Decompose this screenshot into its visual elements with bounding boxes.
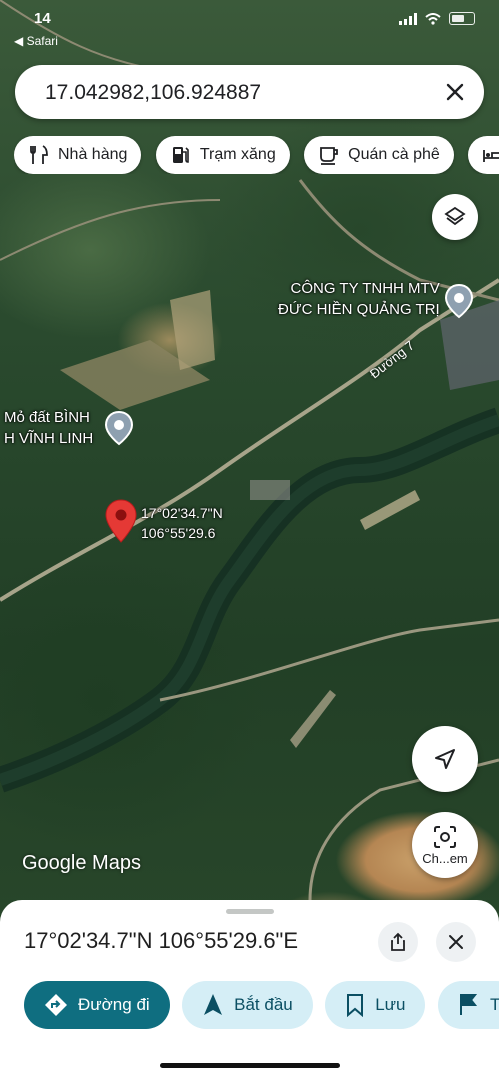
directions-icon (45, 994, 67, 1016)
save-button[interactable]: Lưu (325, 981, 426, 1029)
place-label-company[interactable]: CÔNG TY TNHH MTV ĐỨC HIỀN QUẢNG TRỊ (278, 278, 440, 320)
hotel-icon (483, 150, 499, 162)
action-label: Đường đi (78, 995, 150, 1014)
share-button[interactable] (378, 922, 418, 962)
lens-label: Ch...em (422, 850, 468, 866)
chip-gas-stations[interactable]: Trạm xăng (155, 136, 290, 174)
sheet-drag-handle[interactable] (226, 909, 274, 914)
google-maps-watermark: Google Maps (22, 852, 141, 874)
restaurant-icon (30, 145, 48, 164)
start-button[interactable]: Bắt đầu (182, 981, 313, 1029)
chip-label: Quán cà phê (348, 146, 440, 163)
directions-button[interactable]: Đường đi (24, 981, 170, 1029)
gas-station-icon (172, 147, 189, 163)
place-marker-icon[interactable] (444, 283, 474, 319)
layers-button[interactable] (432, 194, 478, 240)
bookmark-icon (347, 994, 364, 1017)
place-title: 17°02'34.7"N 106°55'29.6"E (24, 928, 299, 953)
chip-hotels[interactable] (468, 136, 499, 174)
action-label: Lưu (375, 995, 406, 1014)
category-chips: Nhà hàng Trạm xăng Quán cà phê (14, 136, 499, 174)
pin-latitude: 17°02'34.7"N (141, 505, 223, 521)
action-label: T (489, 995, 499, 1014)
place-marker-icon[interactable] (104, 410, 134, 446)
clear-search-icon[interactable] (440, 77, 470, 107)
dropped-pin-icon[interactable] (104, 498, 138, 544)
camera-lens-icon (434, 825, 456, 848)
search-input[interactable] (43, 65, 427, 121)
place-label-line: ĐỨC HIỀN QUẢNG TRỊ (278, 301, 440, 318)
battery-icon (449, 12, 475, 25)
status-bar: 14 ◀ Safari (0, 8, 499, 48)
lens-button[interactable]: Ch...em (412, 812, 478, 878)
search-bar[interactable] (15, 65, 484, 121)
place-label-line: CÔNG TY TNHH MTV (290, 280, 440, 297)
chip-label: Trạm xăng (199, 146, 276, 163)
back-to-safari-link[interactable]: ◀ Safari (14, 34, 58, 48)
close-icon (449, 935, 463, 949)
action-label: Bắt đầu (234, 995, 293, 1014)
chip-coffee[interactable]: Quán cà phê (304, 136, 454, 174)
chip-label: Nhà hàng (58, 146, 128, 163)
pin-longitude: 106°55'29.6 (141, 525, 216, 541)
my-location-button[interactable] (412, 726, 478, 792)
pin-coordinates-label: 17°02'34.7"N 106°55'29.6 (141, 503, 223, 543)
bottom-sheet[interactable]: 17°02'34.7"N 106°55'29.6"E Đường đi Bắt … (0, 900, 499, 1080)
coffee-icon (320, 147, 339, 165)
layers-icon (444, 206, 466, 226)
navigation-arrow-icon (204, 994, 223, 1015)
status-icons (399, 12, 475, 25)
location-arrow-icon (435, 749, 455, 769)
status-time: 14 (34, 10, 51, 27)
place-label-quarry[interactable]: Mỏ đất BÌNH H VĨNH LINH (4, 407, 93, 449)
place-label-line: Mỏ đất BÌNH (4, 409, 90, 426)
action-buttons: Đường đi Bắt đầu Lưu T (24, 981, 499, 1029)
close-sheet-button[interactable] (436, 922, 476, 962)
chip-restaurants[interactable]: Nhà hàng (14, 136, 142, 174)
flag-icon (459, 994, 478, 1015)
place-label-line: H VĨNH LINH (4, 430, 94, 447)
label-button[interactable]: T (437, 981, 499, 1029)
home-indicator (160, 1063, 340, 1068)
wifi-icon (425, 12, 441, 25)
signal-icon (399, 12, 417, 25)
share-icon (391, 932, 405, 951)
